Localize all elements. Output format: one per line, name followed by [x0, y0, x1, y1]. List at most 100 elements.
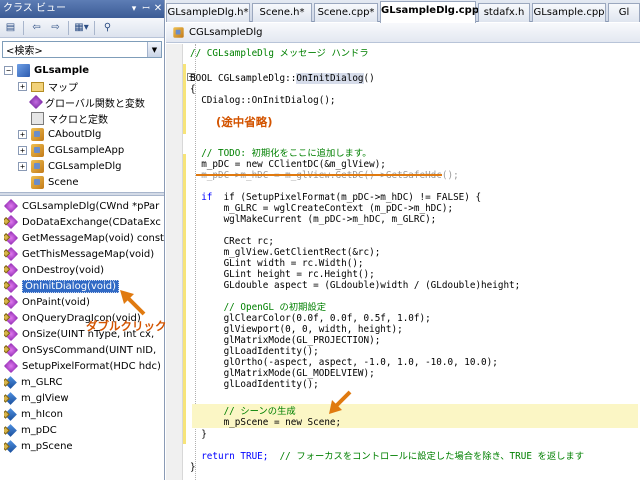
member-item[interactable]: SetupPixelFormat(HDC hdc) [4, 358, 164, 374]
lock-icon [4, 393, 10, 403]
member-item[interactable]: GetThisMessageMap(void) [4, 246, 164, 262]
method-icon [4, 230, 19, 246]
class-view-titlebar: クラス ビュー ▾ ꟷ ✕ [0, 0, 164, 18]
navbar-class-label: CGLsampleDlg [189, 27, 263, 38]
new-folder-icon[interactable]: ▤ [2, 20, 19, 36]
code-editor[interactable]: − // CGLsampleDlg メッセージ ハンドラ BOOL CGLsam… [166, 44, 640, 480]
tab-glsampledlg-cpp[interactable]: GLsampleDlg.cpp* [380, 1, 484, 23]
variable-icon [4, 407, 17, 421]
tab-scene-cpp[interactable]: Scene.cpp* [314, 3, 378, 22]
pane-splitter[interactable] [0, 192, 164, 196]
class-view-pane: クラス ビュー ▾ ꟷ ✕ ▤ ⇦ ⇨ ▦▾ ⚲ <検索> ▼ − GLsampl… [0, 0, 167, 480]
type-navigation-bar[interactable]: CGLsampleDlg [166, 23, 640, 43]
code-comment: // フォーカスをコントロールに設定した場合を除き、TRUE を返します [279, 451, 585, 462]
tree-item-label: CAboutDlg [48, 128, 102, 140]
tab-glsampledlg-h[interactable]: GLsampleDlg.h* [166, 3, 250, 22]
code-line: m_pDC = new CClientDC(&m_glView); [190, 159, 386, 170]
member-item[interactable]: m_glView [4, 390, 164, 406]
lock-icon [4, 233, 11, 242]
class-icon [31, 175, 44, 189]
ide-window: クラス ビュー ▾ ꟷ ✕ ▤ ⇦ ⇨ ▦▾ ⚲ <検索> ▼ − GLsampl… [0, 0, 640, 480]
expand-icon[interactable]: + [18, 161, 27, 171]
arrow-icon [329, 390, 352, 414]
code-line: m_pScene = new Scene; [190, 417, 342, 428]
member-item[interactable]: m_GLRC [4, 374, 164, 390]
lock-icon [4, 313, 11, 322]
toolbar-separator [94, 20, 95, 35]
code-line: CDialog::OnInitDialog(); [190, 95, 336, 106]
member-item[interactable]: OnDestroy(void) [4, 262, 164, 278]
member-item[interactable]: m_pScene [4, 438, 164, 454]
code-line: CRect rc; [190, 236, 274, 247]
tree-item[interactable]: + CAboutDlg [18, 126, 101, 142]
expand-icon[interactable]: + [18, 81, 27, 91]
tree-item-label: CGLsampleApp [48, 144, 125, 156]
member-item-label: OnSysCommand(UINT nID, [22, 344, 157, 356]
tab-overflow[interactable]: Gl [608, 3, 640, 22]
lock-icon [4, 329, 11, 338]
strike-annotation [196, 174, 442, 176]
lock-icon [4, 217, 11, 226]
class-view-title: クラス ビュー [3, 3, 66, 14]
close-icon[interactable]: ✕ [152, 0, 164, 18]
keyword: if [190, 192, 213, 203]
code-line: glMatrixMode(GL_MODELVIEW); [190, 368, 375, 379]
member-item[interactable]: CGLsampleDlg(CWnd *pPar [4, 198, 164, 214]
chevron-down-icon[interactable]: ▼ [147, 42, 161, 57]
variable-icon [4, 423, 17, 437]
tree-item[interactable]: グローバル関数と変数 [18, 94, 145, 110]
code-line: // シーンの生成 [190, 406, 296, 417]
code-line: GLint height = rc.Height(); [190, 269, 375, 280]
member-item-label: m_glView [21, 392, 69, 404]
method-icon [4, 198, 19, 214]
lock-icon [4, 377, 10, 387]
tree-item[interactable]: マクロと定数 [18, 110, 108, 126]
tab-stdafx-h[interactable]: stdafx.h [478, 3, 530, 22]
code-line: return TRUE; // フォーカスをコントロールに設定した場合を除き、T… [190, 451, 584, 462]
expand-icon[interactable]: + [18, 145, 27, 155]
expand-icon[interactable]: + [18, 129, 27, 139]
member-item[interactable]: OnSysCommand(UINT nID, [4, 342, 164, 358]
member-item[interactable]: m_pDC [4, 422, 164, 438]
keyword: return TRUE; [190, 451, 280, 462]
code-line: wglMakeCurrent (m_pDC->m_hDC, m_GLRC); [190, 214, 437, 225]
lock-icon [4, 409, 10, 419]
grouping-icon[interactable]: ⚲ [99, 20, 116, 36]
search-combobox[interactable]: <検索> ▼ [2, 41, 162, 58]
settings-icon[interactable]: ▦▾ [73, 20, 90, 36]
member-item-label: OnPaint(void) [22, 296, 90, 308]
pin-icon[interactable]: ▾ [128, 0, 140, 18]
autohide-icon[interactable]: ꟷ [140, 0, 152, 18]
search-input[interactable]: <検索> [3, 42, 147, 57]
tree-item-label: CGLsampleDlg [48, 160, 122, 172]
tree-item[interactable]: + CGLsampleDlg [18, 158, 122, 174]
member-item[interactable]: DoDataExchange(CDataExc [4, 214, 164, 230]
global-icon [28, 94, 44, 110]
class-icon [31, 143, 44, 157]
tree-item[interactable]: Scene [18, 174, 79, 190]
forward-icon[interactable]: ⇨ [47, 20, 64, 36]
member-item-label: GetThisMessageMap(void) [22, 248, 155, 260]
lock-icon [4, 425, 10, 435]
tab-scene-h[interactable]: Scene.h* [252, 3, 312, 22]
code-line: glMatrixMode(GL_PROJECTION); [190, 335, 381, 346]
back-icon[interactable]: ⇦ [28, 20, 45, 36]
member-item[interactable]: m_hIcon [4, 406, 164, 422]
code-line: // OpenGL の初期設定 [190, 302, 327, 313]
toolbar-separator [68, 20, 69, 35]
member-item[interactable]: GetMessageMap(void) const [4, 230, 164, 246]
tree-item[interactable]: + マップ [18, 78, 78, 94]
macro-icon [31, 111, 44, 125]
method-icon [4, 246, 19, 262]
code-line: GLdouble aspect = (GLdouble)width / (GLd… [190, 280, 521, 291]
tree-item[interactable]: − GLsample [4, 62, 89, 78]
lock-icon [4, 265, 11, 274]
document-tabs: GLsampleDlg.h* Scene.h* Scene.cpp* GLsam… [166, 0, 640, 23]
code-token: () [363, 73, 375, 84]
tree-item[interactable]: + CGLsampleApp [18, 142, 124, 158]
code-line: GLint width = rc.Width(); [190, 258, 364, 269]
tab-glsample-cpp[interactable]: GLsample.cpp [532, 3, 606, 22]
variable-icon [4, 439, 17, 453]
collapse-icon[interactable]: − [4, 65, 13, 75]
code-line: glLoadIdentity(); [190, 346, 319, 357]
